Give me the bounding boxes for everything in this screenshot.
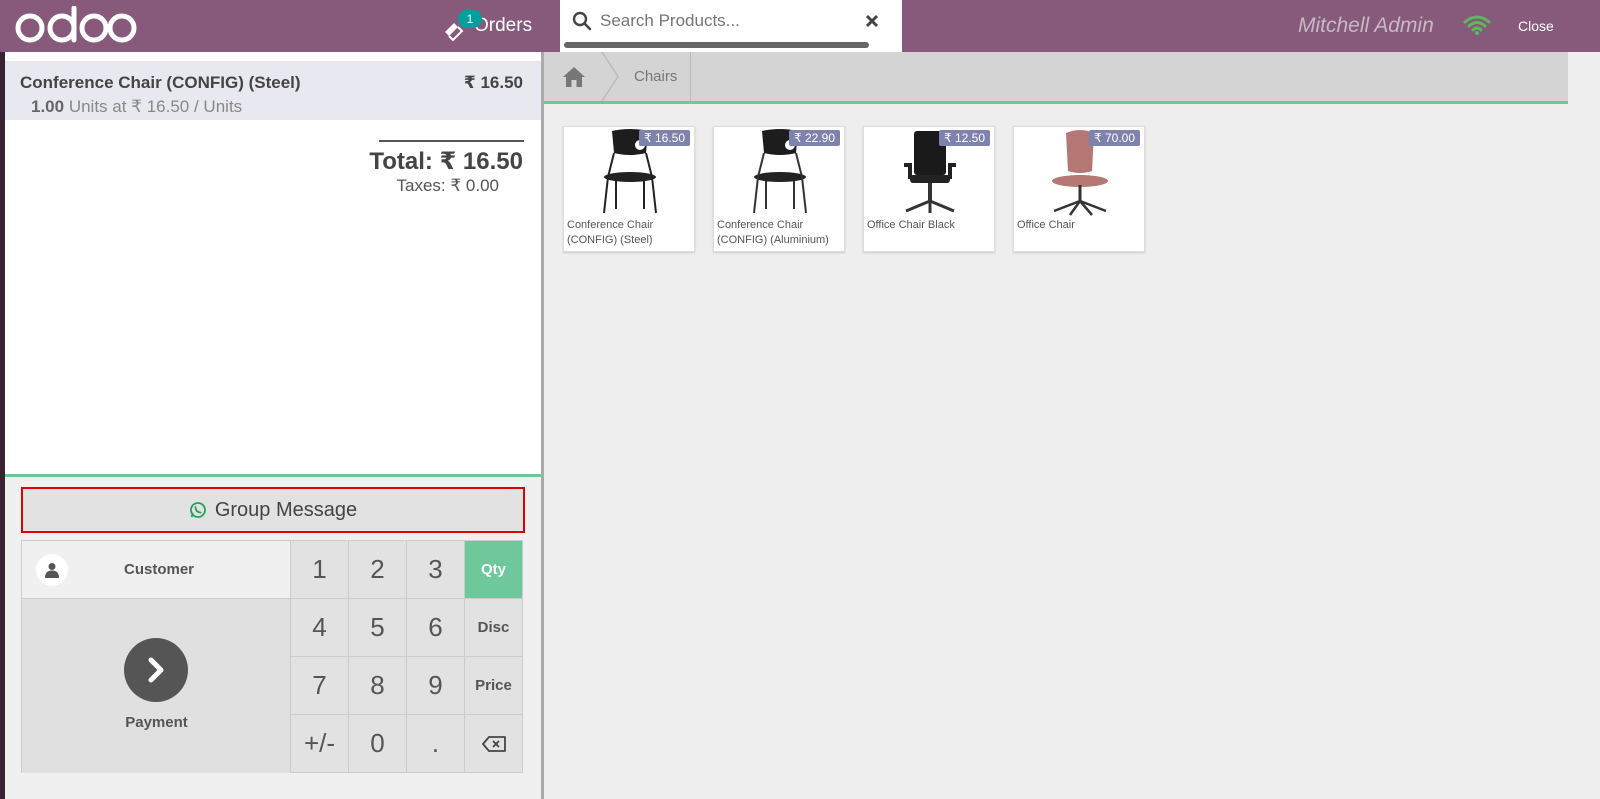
product-card[interactable]: ₹ 16.50 Conference Chair (CONFIG) (Steel…: [563, 126, 695, 252]
key-7[interactable]: 7: [291, 657, 349, 715]
product-name: Conference Chair (CONFIG) (Aluminium): [717, 219, 829, 246]
total-divider: [379, 140, 524, 142]
product-card[interactable]: ₹ 70.00 Office Chair: [1013, 126, 1145, 252]
clear-search-icon[interactable]: [864, 13, 880, 29]
numpad: Customer Payment 1 2 3 Qty 4 5 6 Disc 7 …: [21, 540, 523, 773]
search-scrollbar[interactable]: [564, 42, 869, 48]
customer-button[interactable]: Customer: [22, 541, 291, 599]
product-name: Office Chair Black: [867, 219, 955, 231]
disc-mode-button[interactable]: Disc: [465, 599, 523, 657]
customer-label: Customer: [123, 561, 194, 578]
breadcrumb: Chairs: [544, 52, 1568, 104]
qty-mode-button[interactable]: Qty: [465, 541, 523, 599]
home-button[interactable]: [544, 52, 604, 101]
product-name: Conference Chair (CONFIG) (Steel): [567, 219, 654, 246]
whatsapp-icon: [189, 502, 206, 518]
price-mode-button[interactable]: Price: [465, 657, 523, 715]
product-name: Office Chair: [1017, 219, 1075, 231]
key-plus-minus[interactable]: +/-: [291, 715, 349, 773]
order-total: Total: ₹ 16.50: [369, 148, 523, 175]
key-1[interactable]: 1: [291, 541, 349, 599]
order-line-unit: Units at ₹ 16.50 / Units: [68, 97, 243, 116]
backspace-icon: [481, 735, 506, 752]
backspace-button[interactable]: [465, 715, 523, 773]
product-card[interactable]: ₹ 22.90 Conference Chair (CONFIG) (Alumi…: [713, 126, 845, 252]
orders-button[interactable]: 1 Orders: [442, 8, 532, 44]
close-button[interactable]: Close: [1518, 18, 1554, 34]
breadcrumb-separator: [601, 52, 619, 101]
order-line-name: Conference Chair (CONFIG) (Steel): [20, 73, 301, 92]
orders-count-badge: 1: [458, 10, 482, 28]
search-input[interactable]: [600, 6, 864, 36]
search-box: [566, 4, 886, 38]
price-tag: ₹ 16.50: [639, 130, 690, 146]
user-name: Mitchell Admin: [1298, 14, 1434, 37]
price-tag: ₹ 22.90: [789, 130, 840, 146]
search-panel: [560, 0, 902, 52]
key-5[interactable]: 5: [349, 599, 407, 657]
orders-label: Orders: [474, 15, 533, 36]
price-tag: ₹ 70.00: [1089, 130, 1140, 146]
breadcrumb-end-divider: [690, 52, 691, 101]
payment-label: Payment: [125, 714, 188, 731]
key-9[interactable]: 9: [407, 657, 465, 715]
order-line[interactable]: Conference Chair (CONFIG) (Steel) ₹ 16.5…: [5, 61, 541, 120]
breadcrumb-chairs[interactable]: Chairs: [634, 68, 677, 85]
ticket-icon: 1: [442, 10, 482, 42]
key-2[interactable]: 2: [349, 541, 407, 599]
order-line-qty: 1.00: [31, 97, 65, 116]
search-icon: [572, 11, 592, 31]
payment-button[interactable]: Payment: [22, 599, 291, 773]
key-3[interactable]: 3: [407, 541, 465, 599]
order-line-detail: 1.00 Units at ₹ 16.50 / Units: [31, 97, 242, 117]
price-tag: ₹ 12.50: [939, 130, 990, 146]
key-6[interactable]: 6: [407, 599, 465, 657]
pane-divider: [541, 52, 544, 799]
group-message-label: Group Message: [214, 498, 358, 521]
product-card[interactable]: ₹ 12.50 Office Chair Black: [863, 126, 995, 252]
control-area: Group Message Customer Payment 1 2 3 Qty…: [5, 474, 541, 799]
key-8[interactable]: 8: [349, 657, 407, 715]
wifi-icon: [1463, 15, 1491, 35]
group-message-button[interactable]: Group Message: [21, 487, 525, 533]
key-decimal[interactable]: .: [407, 715, 465, 773]
odoo-logo: [15, 6, 137, 43]
chevron-right-icon: [124, 638, 188, 702]
order-line-price: ₹ 16.50: [463, 73, 523, 92]
order-panel: Conference Chair (CONFIG) (Steel) ₹ 16.5…: [5, 52, 541, 799]
right-scrollbar-track[interactable]: [1568, 52, 1600, 799]
key-0[interactable]: 0: [349, 715, 407, 773]
key-4[interactable]: 4: [291, 599, 349, 657]
order-taxes: Taxes: ₹ 0.00: [396, 176, 499, 195]
home-icon: [563, 66, 585, 87]
user-icon: [36, 553, 68, 586]
top-bar: 1 Orders Mitchell Admin Close: [0, 0, 1600, 52]
